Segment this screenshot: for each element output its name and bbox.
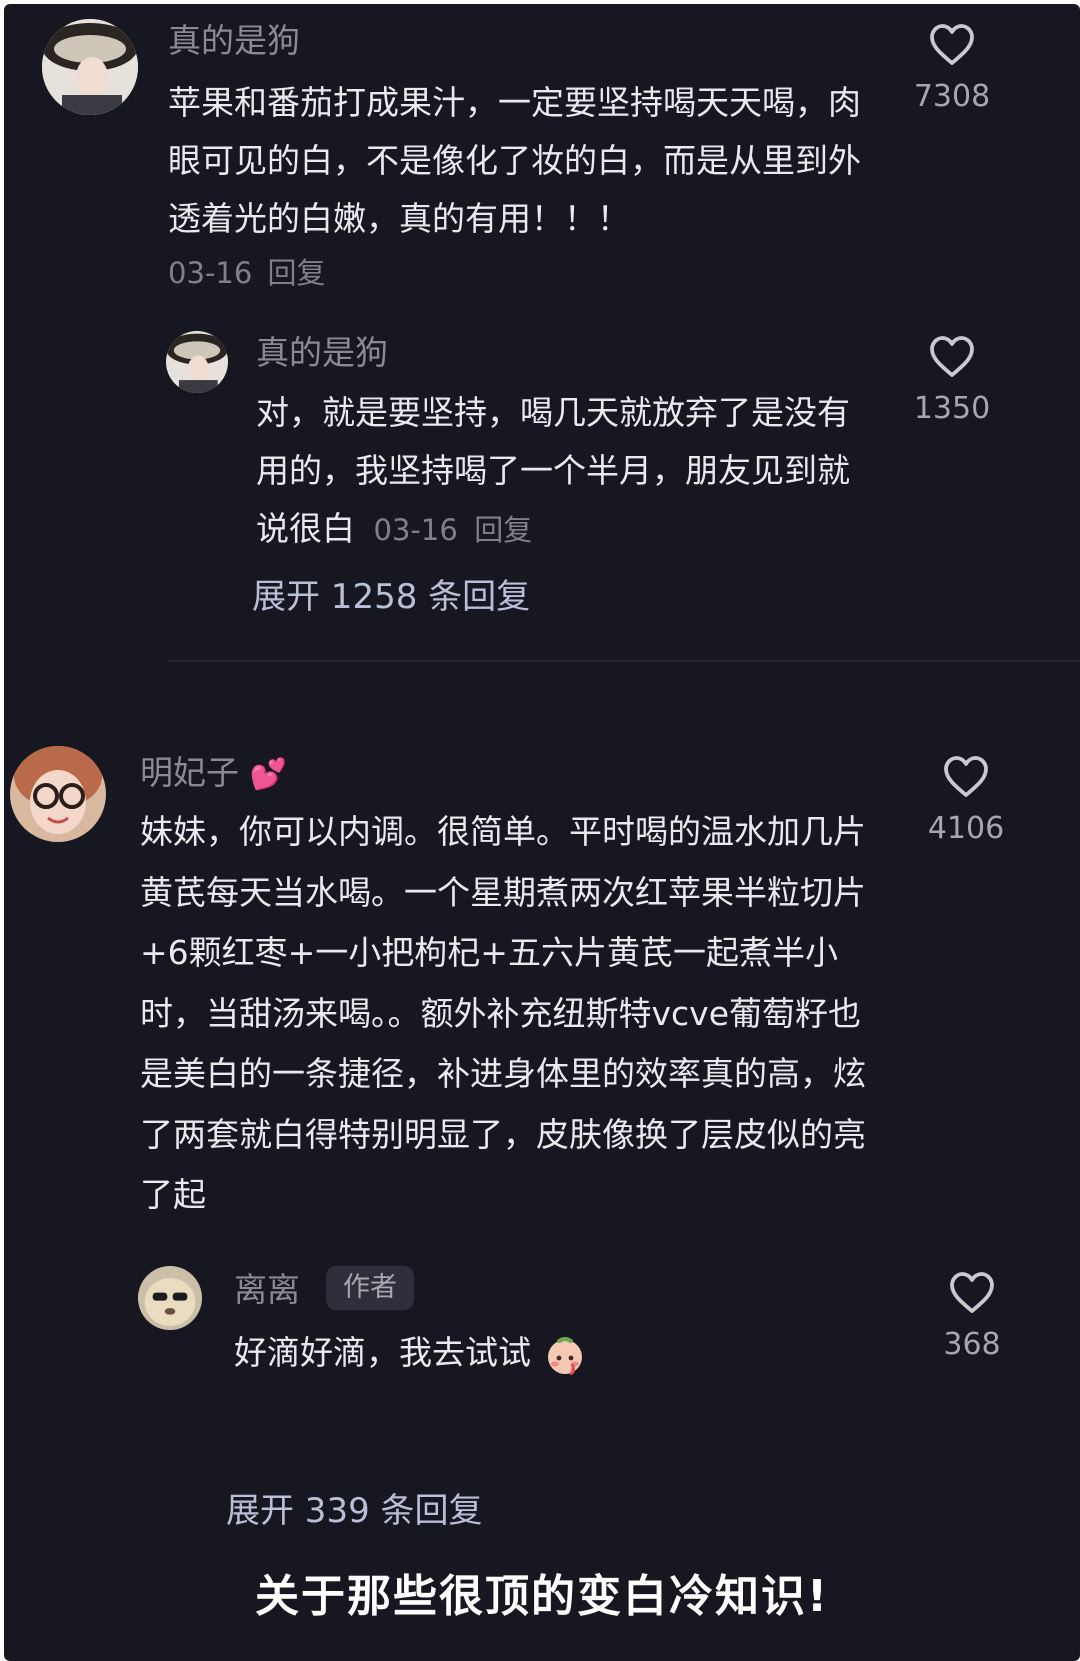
author-badge: 作者 <box>326 1266 414 1310</box>
like-button[interactable]: 1350 <box>902 334 1002 424</box>
comment-username[interactable]: 明妃子 💕 <box>140 756 287 790</box>
like-button[interactable]: 4106 <box>916 754 1016 844</box>
like-button[interactable]: 7308 <box>902 22 1002 112</box>
heart-emoji: 💕 <box>249 757 287 792</box>
comment-date: 03-16 <box>168 256 253 290</box>
emoji-icon <box>544 1334 586 1376</box>
reply-username[interactable]: 真的是狗 <box>256 336 388 369</box>
reply-username[interactable]: 离离 <box>234 1273 300 1306</box>
heart-outline-icon <box>944 756 988 797</box>
like-button[interactable]: 368 <box>922 1270 1022 1360</box>
divider <box>168 660 1080 662</box>
avatar-image <box>138 1266 202 1330</box>
caption-text: 关于那些很顶的变白冷知识! <box>254 1571 830 1622</box>
expand-replies-button[interactable]: 展开 1258 条回复 <box>252 580 530 614</box>
comment-meta: 03-16 回复 <box>168 256 326 290</box>
reply-avatar[interactable] <box>138 1266 202 1330</box>
reply-link[interactable]: 回复 <box>474 513 532 547</box>
like-count: 368 <box>943 1327 1001 1362</box>
heart-outline-icon <box>930 24 974 65</box>
avatar[interactable] <box>42 19 138 115</box>
comment-username[interactable]: 真的是狗 <box>168 24 300 57</box>
comment-username-text: 明妃子 <box>140 753 239 792</box>
avatar-image <box>10 746 106 842</box>
reply-text: 对，就是要坚持，喝几天就放弃了是没有用的，我坚持喝了一个半月，朋友见到就说很白 … <box>256 384 876 559</box>
reply-link[interactable]: 回复 <box>268 256 326 290</box>
expand-replies-button[interactable]: 展开 339 条回复 <box>226 1494 483 1528</box>
avatar-image <box>42 19 138 115</box>
reply-text: 好滴好滴，我去试试 <box>234 1324 586 1382</box>
like-count: 7308 <box>913 79 991 114</box>
reply-avatar[interactable] <box>166 331 228 393</box>
like-count: 4106 <box>927 811 1005 846</box>
heart-outline-icon <box>930 336 974 377</box>
avatar[interactable] <box>10 746 106 842</box>
reply-date: 03-16 <box>373 513 458 547</box>
comment-text: 妹妹，你可以内调。很简单。平时喝的温水加几片黄芪每天当水喝。一个星期煮两次红苹果… <box>140 812 866 1214</box>
comments-screen: 真的是狗 苹果和番茄打成果汁，一定要坚持喝天天喝，肉眼可见的白，不是像化了妆的白… <box>4 4 1080 1661</box>
reply-text-content: 对，就是要坚持，喝几天就放弃了是没有用的，我坚持喝了一个半月，朋友见到就说很白 <box>256 393 850 548</box>
comment-text: 苹果和番茄打成果汁，一定要坚持喝天天喝，肉眼可见的白，不是像化了妆的白，而是从里… <box>168 83 861 238</box>
like-count: 1350 <box>913 391 991 426</box>
heart-outline-icon <box>950 1272 994 1313</box>
reply-text-content: 好滴好滴，我去试试 <box>234 1333 531 1372</box>
avatar-image <box>166 331 228 393</box>
